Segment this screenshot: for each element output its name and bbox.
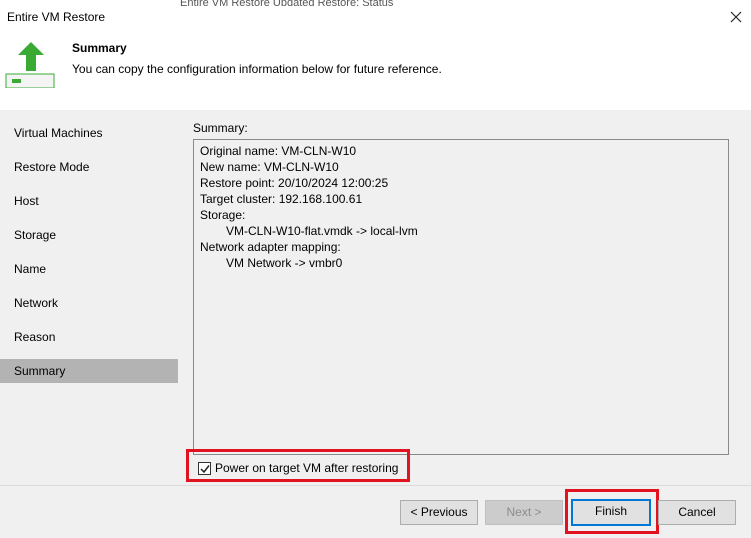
- sidebar-item-virtual-machines[interactable]: Virtual Machines: [0, 121, 178, 145]
- sidebar-item-storage[interactable]: Storage: [0, 223, 178, 247]
- summary-line-restore-point: Restore point: 20/10/2024 12:00:25: [200, 176, 389, 190]
- summary-panel: Summary: Original name: VM-CLN-W10 New n…: [182, 110, 751, 485]
- close-button[interactable]: [724, 5, 748, 29]
- step-title: Summary: [72, 41, 127, 55]
- summary-line-network-header: Network adapter mapping:: [200, 240, 341, 254]
- power-on-label[interactable]: Power on target VM after restoring: [215, 461, 398, 475]
- power-on-checkbox[interactable]: [198, 462, 211, 475]
- sidebar-item-host[interactable]: Host: [0, 189, 178, 213]
- wizard-steps-sidebar: Virtual Machines Restore Mode Host Stora…: [0, 110, 182, 485]
- cancel-button[interactable]: Cancel: [658, 500, 736, 525]
- restore-icon: [5, 38, 57, 89]
- previous-button[interactable]: < Previous: [400, 500, 478, 525]
- sidebar-item-summary[interactable]: Summary: [0, 359, 178, 383]
- title-bar: Entire VM Restore Updated Restore: Statu…: [0, 0, 751, 32]
- summary-line-storage-header: Storage:: [200, 208, 246, 222]
- sidebar-item-restore-mode[interactable]: Restore Mode: [0, 155, 178, 179]
- summary-line-new-name: New name: VM-CLN-W10: [200, 160, 339, 174]
- finish-button[interactable]: Finish: [571, 499, 651, 526]
- summary-line-network-mapping: VM Network -> vmbr0: [226, 256, 343, 270]
- summary-line-original-name: Original name: VM-CLN-W10: [200, 144, 357, 158]
- sidebar-item-reason[interactable]: Reason: [0, 325, 178, 349]
- next-button[interactable]: Next >: [485, 500, 563, 525]
- background-window-strip: Entire VM Restore Updated Restore: Statu…: [180, 0, 394, 6]
- summary-text-area[interactable]: Original name: VM-CLN-W10 New name: VM-C…: [193, 139, 729, 455]
- checkmark-icon: [200, 465, 210, 474]
- summary-line-target-cluster: Target cluster: 192.168.100.61: [200, 192, 363, 206]
- wizard-header: Summary You can copy the configuration i…: [0, 32, 751, 110]
- summary-line-storage-mapping: VM-CLN-W10-flat.vmdk -> local-lvm: [226, 224, 418, 238]
- window-title: Entire VM Restore: [7, 10, 106, 24]
- close-icon: [730, 11, 742, 23]
- step-description: You can copy the configuration informati…: [72, 62, 442, 76]
- sidebar-item-name[interactable]: Name: [0, 257, 178, 281]
- summary-label: Summary:: [193, 121, 248, 135]
- power-on-option[interactable]: Power on target VM after restoring: [186, 449, 410, 482]
- sidebar-item-network[interactable]: Network: [0, 291, 178, 315]
